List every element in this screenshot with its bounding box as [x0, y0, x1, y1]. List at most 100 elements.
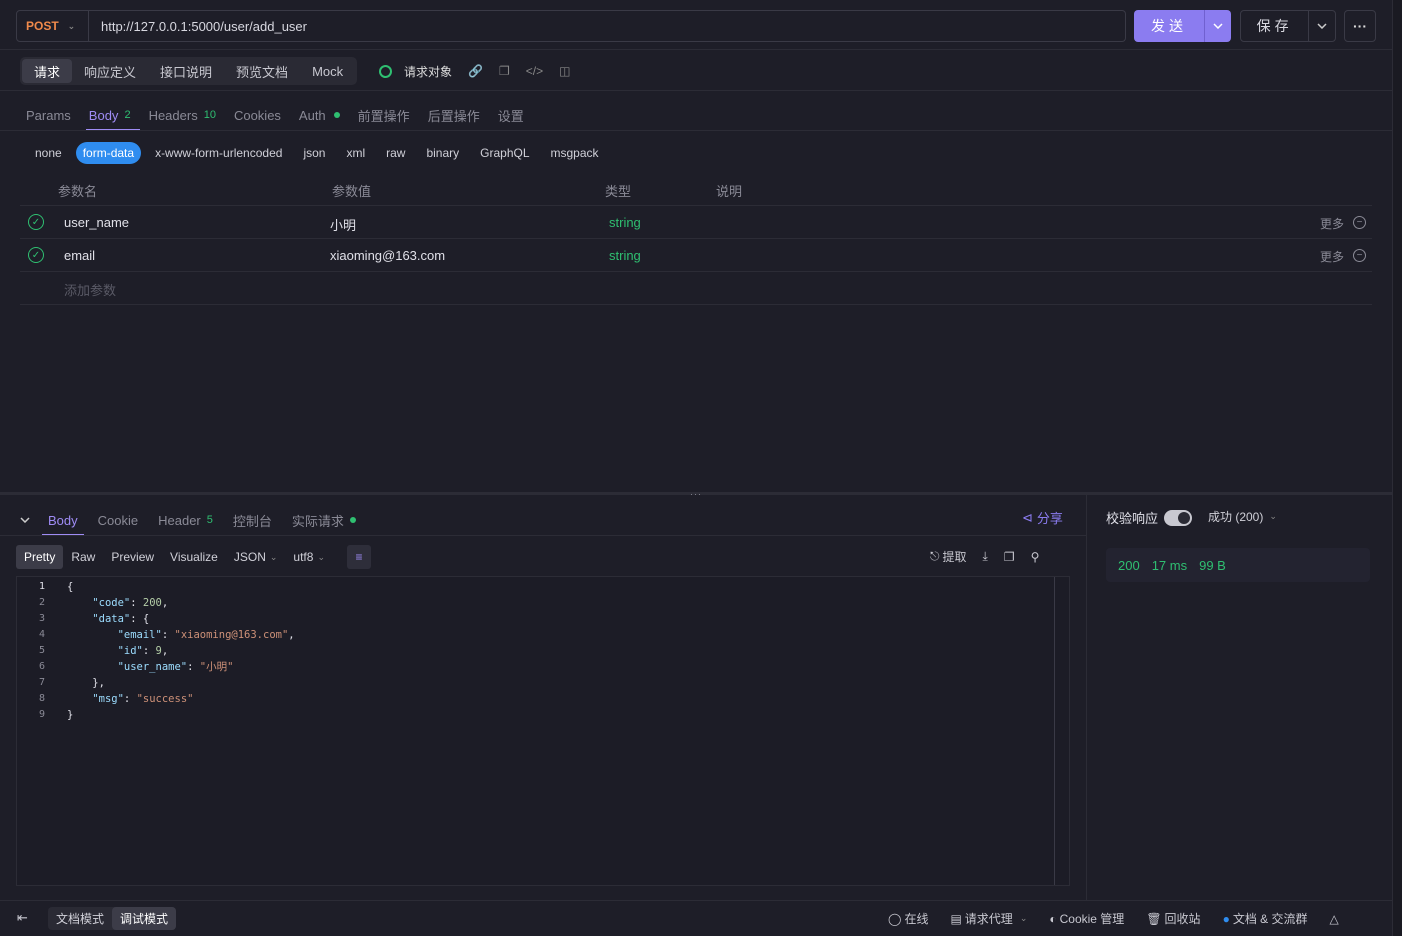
collapse-chevron-icon[interactable]	[20, 505, 30, 535]
tab-cookies[interactable]: Cookies	[234, 100, 281, 130]
body-type-msgpack[interactable]: msgpack	[544, 142, 606, 164]
share-button[interactable]: ⊲ 分享	[1022, 508, 1063, 527]
divider	[0, 49, 1392, 50]
more-options-icon[interactable]: ···	[1344, 10, 1376, 42]
remove-circle-icon[interactable]: −	[1353, 249, 1366, 262]
tab-response-cookie[interactable]: Cookie	[98, 505, 138, 535]
tab-response-body[interactable]: Body	[42, 505, 84, 536]
response-code-viewer[interactable]: 1 2 3 4 5 6 7 8 9 { "code": 200, "data": { "emai…	[16, 576, 1070, 886]
remove-circle-icon[interactable]: −	[1353, 216, 1366, 229]
download-icon[interactable]: ⤓	[983, 549, 988, 564]
language-select[interactable]: JSON ⌄	[226, 545, 286, 569]
request-proxy-select[interactable]: ▤ 请求代理 ⌄	[950, 910, 1027, 927]
method-select[interactable]: POST ⌄	[16, 10, 89, 42]
tab-mock[interactable]: Mock	[300, 59, 355, 83]
format-visualize[interactable]: Visualize	[162, 545, 226, 569]
send-button[interactable]: 发送	[1134, 10, 1231, 42]
debug-mode-button[interactable]: 调试模式	[112, 907, 177, 930]
save-button[interactable]: 保存	[1240, 10, 1336, 42]
code-token: :	[123, 693, 137, 705]
format-preview[interactable]: Preview	[103, 545, 162, 569]
tab-preview-docs[interactable]: 预览文档	[224, 59, 300, 83]
send-dropdown-chevron-icon[interactable]	[1204, 10, 1231, 42]
online-status[interactable]: ◯ 在线	[888, 910, 928, 927]
link-icon[interactable]: 🔗	[468, 64, 483, 78]
copy-icon[interactable]: ❐	[1004, 550, 1015, 564]
check-circle-icon[interactable]: ✓	[28, 247, 44, 263]
body-type-graphql[interactable]: GraphQL	[473, 142, 536, 164]
format-raw[interactable]: Raw	[63, 545, 103, 569]
recycle-bin[interactable]: 🗑 回收站	[1146, 910, 1200, 927]
tab-console[interactable]: 控制台	[233, 505, 272, 535]
format-pretty[interactable]: Pretty	[16, 545, 64, 569]
line-number: 6	[38, 661, 45, 672]
table-row: ✓ user_name 小明 string 更多 −	[20, 206, 1372, 239]
body-type-binary[interactable]: binary	[419, 142, 466, 164]
tab-auth[interactable]: Auth	[299, 100, 340, 130]
param-value[interactable]: 小明	[330, 215, 356, 234]
extract-button[interactable]: ⎋ 提取	[930, 548, 967, 565]
chevron-down-icon: ⌄	[1269, 511, 1277, 521]
tab-settings[interactable]: 设置	[498, 100, 524, 130]
request-object-label[interactable]: 请求对象	[404, 63, 452, 80]
body-type-urlencoded[interactable]: x-www-form-urlencoded	[148, 142, 289, 164]
cookie-management[interactable]: ◐ Cookie 管理	[1049, 910, 1124, 927]
code-token: 200	[142, 597, 162, 609]
tab-actual-request[interactable]: 实际请求	[292, 505, 356, 535]
param-name[interactable]: user_name	[64, 215, 129, 230]
response-status-select[interactable]: 成功 (200) ⌄	[1208, 508, 1277, 525]
code-line: },	[67, 675, 295, 691]
chevron-down-icon: ⌄	[317, 551, 325, 562]
doc-mode-button[interactable]: 文档模式	[48, 907, 112, 930]
scrollbar[interactable]	[1054, 577, 1055, 885]
docs-and-community[interactable]: ● 文档 & 交流群	[1223, 910, 1308, 927]
tab-pre-operations[interactable]: 前置操作	[358, 100, 410, 130]
copy-icon[interactable]: ❐	[499, 64, 510, 78]
recycle-bin-label: 回收站	[1164, 912, 1201, 926]
body-type-none[interactable]: none	[28, 142, 69, 164]
encoding-select[interactable]: utf8 ⌄	[285, 545, 333, 569]
split-view-icon[interactable]: ◫	[559, 64, 570, 78]
add-param-row[interactable]: 添加参数	[20, 272, 1372, 305]
tab-body[interactable]: Body 2	[85, 100, 140, 131]
wrap-lines-icon[interactable]: ≡	[346, 545, 371, 569]
line-number: 2	[38, 597, 45, 608]
method-label: POST	[26, 19, 59, 33]
tab-api-description[interactable]: 接口说明	[148, 59, 224, 83]
search-icon[interactable]: ⚲	[1031, 550, 1040, 564]
tab-body-label: Body	[88, 107, 119, 123]
column-header-value: 参数值	[332, 184, 372, 199]
code-line: }	[67, 707, 295, 723]
body-type-xml[interactable]: xml	[339, 142, 372, 164]
param-value[interactable]: xiaoming@163.com	[330, 248, 445, 263]
drag-handle-icon[interactable]: ···	[690, 489, 702, 499]
more-link[interactable]: 更多	[1320, 215, 1344, 232]
url-input[interactable]: http://127.0.0.1:5000/user/add_user	[88, 10, 1126, 42]
save-dropdown-chevron-icon[interactable]	[1308, 11, 1335, 41]
param-type[interactable]: string	[609, 248, 641, 263]
tab-params[interactable]: Params	[26, 100, 71, 130]
tab-headers[interactable]: Headers 10	[149, 100, 216, 130]
body-type-raw[interactable]: raw	[379, 142, 412, 164]
param-type[interactable]: string	[609, 215, 641, 230]
more-link[interactable]: 更多	[1320, 248, 1344, 265]
validate-toggle[interactable]	[1164, 509, 1193, 526]
code-icon[interactable]: </>	[526, 64, 543, 78]
tab-post-operations[interactable]: 后置操作	[428, 100, 480, 130]
tab-response-definition[interactable]: 响应定义	[72, 59, 148, 83]
body-type-form-data[interactable]: form-data	[75, 142, 142, 164]
code-line: "msg": "success"	[67, 691, 295, 707]
check-circle-icon[interactable]: ✓	[28, 214, 44, 230]
tab-request[interactable]: 请求	[22, 59, 73, 83]
add-param-placeholder[interactable]: 添加参数	[64, 280, 116, 299]
tab-actual-request-label: 实际请求	[291, 513, 344, 529]
param-name[interactable]: email	[64, 248, 95, 263]
collapse-sidebar-icon[interactable]: ⇤	[17, 910, 28, 926]
response-time: 17 ms	[1151, 557, 1188, 573]
body-type-json[interactable]: json	[296, 142, 332, 164]
scroll-up-icon[interactable]: △	[1330, 912, 1339, 926]
online-label: 在线	[904, 912, 929, 926]
tab-response-header[interactable]: Header 5	[158, 505, 213, 535]
column-header-type: 类型	[605, 184, 632, 199]
